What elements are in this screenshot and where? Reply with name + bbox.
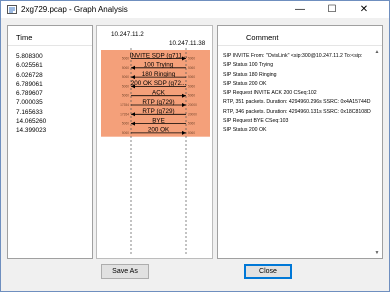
port-right-label: 5060 (188, 75, 195, 79)
time-header: Time (8, 26, 92, 46)
comment-list: SIP INVITE From: "OvisLink" <sip:300@10.… (223, 52, 371, 136)
time-row[interactable]: 7.000035 (16, 98, 46, 107)
save-as-button[interactable]: Save As (101, 264, 149, 279)
close-button[interactable]: Close (244, 264, 292, 279)
flow-diagram-pane: 10.247.11.2 10.247.11.38 INVITE SDP (g711.… (96, 25, 213, 259)
port-right-label: 5060 (188, 57, 195, 61)
port-right-label: 5060 (188, 122, 195, 126)
port-right-label: 5060 (188, 66, 195, 70)
time-row[interactable]: 7.165633 (16, 108, 46, 117)
comment-row[interactable]: SIP Status 200 OK (223, 80, 371, 89)
port-right-label: 5060 (188, 94, 195, 98)
comment-row[interactable]: SIP Status 180 Ringing (223, 71, 371, 80)
dialog-client-area: Time 5.808300 6.025561 6.026728 6.789061… (3, 19, 387, 291)
minimize-button[interactable]: — (287, 1, 313, 18)
time-row[interactable]: 6.789061 (16, 80, 46, 89)
flow-diagram-canvas: 10.247.11.210.247.11.38INVITE SDP (g711.… (101, 31, 210, 254)
time-row[interactable]: 14.065260 (16, 117, 46, 126)
graph-analysis-window: 2xg729.pcap - Graph Analysis — ☐ ✕ Time … (0, 0, 390, 292)
maximize-button[interactable]: ☐ (319, 1, 345, 18)
port-left-label: 5060 (122, 84, 129, 88)
host-b-label: 10.247.11.38 (169, 40, 206, 47)
time-row[interactable]: 6.025561 (16, 61, 46, 70)
port-left-label: 5060 (122, 131, 129, 135)
time-row[interactable]: 5.808300 (16, 52, 46, 61)
wireshark-app-icon (7, 5, 17, 14)
comment-pane[interactable]: Comment SIP INVITE From: "OvisLink" <sip… (217, 25, 383, 259)
port-left-label: 17354 (120, 103, 129, 107)
close-label: Close (259, 268, 277, 275)
close-window-button[interactable]: ✕ (351, 1, 377, 18)
comment-row[interactable]: SIP Status 100 Trying (223, 61, 371, 70)
port-left-label: 5060 (122, 57, 129, 61)
comment-row[interactable]: RTP, 346 packets. Duration: 4294960.131s… (223, 108, 371, 117)
comment-row[interactable]: SIP Status 200 OK (223, 126, 371, 135)
port-right-label: 20000 (188, 112, 197, 116)
port-right-label: 5060 (188, 84, 195, 88)
time-row[interactable]: 6.789607 (16, 89, 46, 98)
port-right-label: 5060 (188, 131, 195, 135)
host-a-label: 10.247.11.2 (111, 31, 144, 38)
port-left-label: 5060 (122, 75, 129, 79)
comment-row[interactable]: RTP, 351 packets. Duration: 4294960.296s… (223, 98, 371, 107)
time-list: 5.808300 6.025561 6.026728 6.789061 6.78… (16, 52, 46, 136)
flow-diagram[interactable]: 10.247.11.2 10.247.11.38 INVITE SDP (g711.… (96, 25, 213, 259)
window-title: 2xg729.pcap - Graph Analysis (21, 5, 128, 14)
port-left-label: 5060 (122, 66, 129, 70)
time-row[interactable]: 14.399023 (16, 126, 46, 135)
comment-row[interactable]: SIP Request BYE CSeq:103 (223, 117, 371, 126)
port-right-label: 20000 (188, 103, 197, 107)
time-pane[interactable]: Time 5.808300 6.025561 6.026728 6.789061… (7, 25, 93, 259)
title-bar[interactable]: 2xg729.pcap - Graph Analysis — ☐ ✕ (1, 1, 389, 18)
comment-row[interactable]: SIP INVITE From: "OvisLink" <sip:300@10.… (223, 52, 371, 61)
save-as-label: Save As (112, 268, 138, 275)
port-left-label: 5060 (122, 94, 129, 98)
port-left-label: 5060 (122, 122, 129, 126)
scroll-up-arrow-icon[interactable]: ▲ (373, 48, 381, 56)
comment-row[interactable]: SIP Request INVITE ACK 200 CSeq:102 (223, 89, 371, 98)
time-row[interactable]: 6.026728 (16, 71, 46, 80)
comment-header: Comment (218, 26, 382, 46)
port-left-label: 17354 (120, 112, 129, 116)
scroll-down-arrow-icon[interactable]: ▼ (373, 249, 381, 257)
